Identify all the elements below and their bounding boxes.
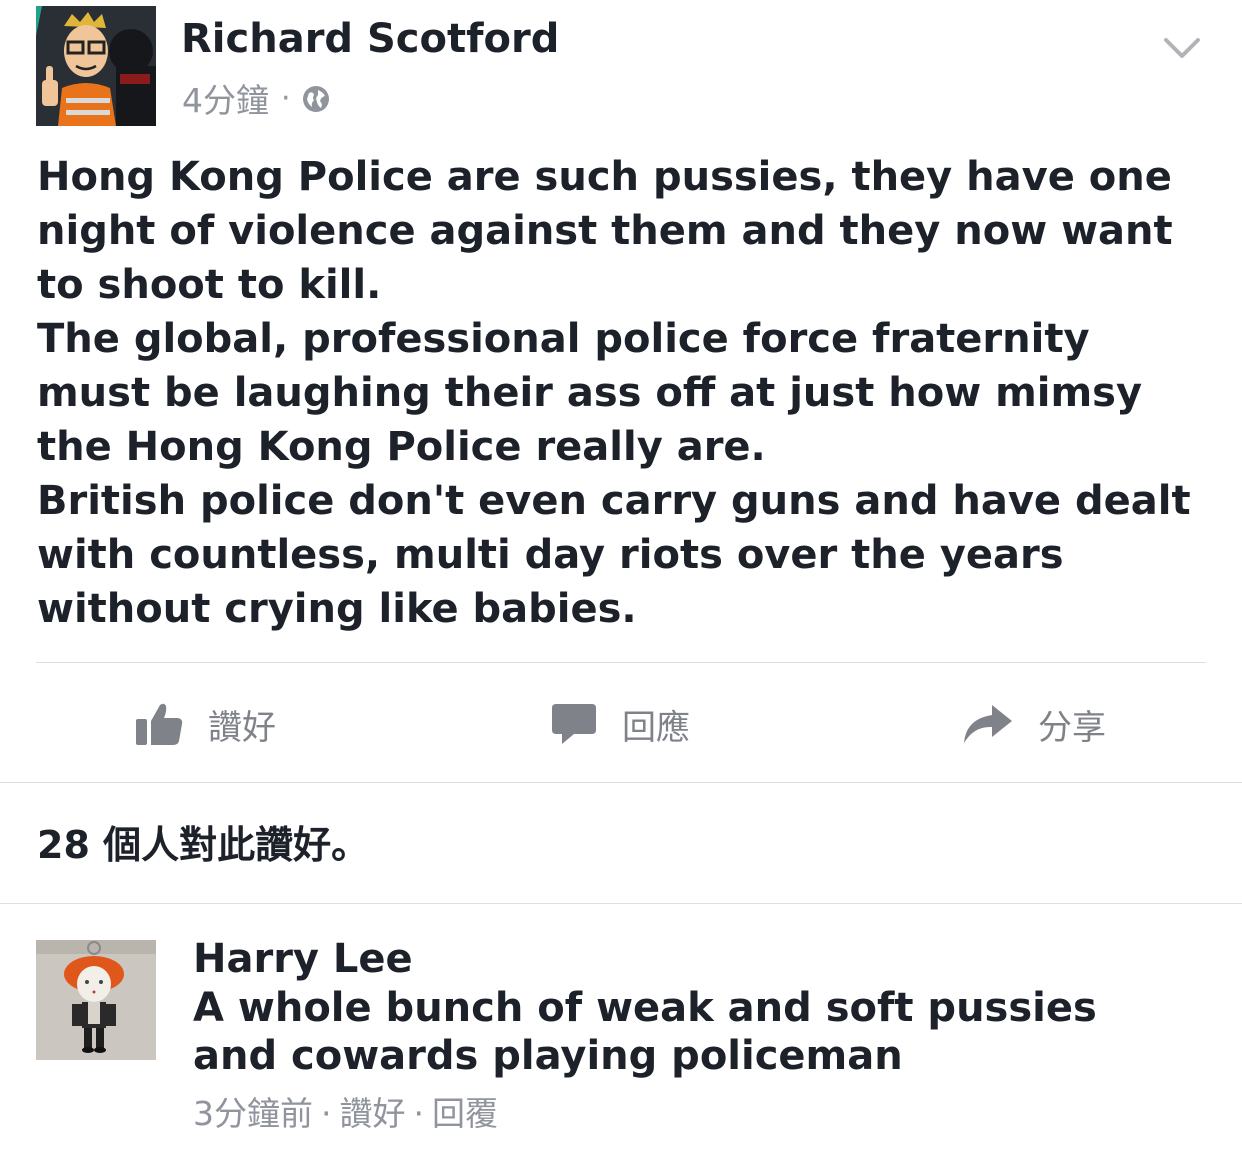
globe-icon [301,83,331,113]
share-label: 分享 [1038,707,1106,748]
likes-summary[interactable]: 28 個人對此讚好。 [37,818,369,872]
post-divider [36,662,1206,663]
comment-meta: 3分鐘前 · 讚好 · 回覆 [193,1092,1193,1136]
comment-meta-separator: · [321,1094,332,1133]
commenter-avatar[interactable] [36,940,156,1060]
post-meta: 4分鐘 · [182,76,331,120]
post-paragraph: British police don't even carry guns and… [37,478,1191,632]
comment-text: A whole bunch of weak and soft pussies a… [193,985,1097,1079]
share-button[interactable]: 分享 [962,692,1106,756]
comment-author-name[interactable]: Harry Lee [193,934,1193,984]
comment-button[interactable]: 回應 [550,692,690,756]
comment-reply-link[interactable]: 回覆 [432,1094,498,1133]
chevron-down-icon[interactable] [1162,32,1202,62]
share-arrow-icon [964,705,1012,743]
author-avatar-image [36,6,156,126]
comment: Harry Lee A whole bunch of weak and soft… [193,934,1193,1136]
post-timestamp[interactable]: 4分鐘 [182,74,269,122]
post-body: Hong Kong Police are such pussies, they … [37,150,1207,636]
comment-label: 回應 [622,707,690,748]
post-paragraph: The global, professional police force fr… [37,316,1143,470]
commenter-avatar-image [36,940,156,1060]
comment-time: 3分鐘前 [193,1094,313,1133]
post-author-name[interactable]: Richard Scotford [181,14,559,64]
author-avatar[interactable] [36,6,156,126]
like-button[interactable]: 讚好 [134,692,276,756]
likes-divider [0,903,1242,904]
comment-like-link[interactable]: 讚好 [340,1094,406,1133]
comment-bubble-icon [552,704,596,744]
like-label: 讚好 [208,707,276,748]
thumbs-up-icon [136,703,183,745]
post-paragraph: Hong Kong Police are such pussies, they … [37,154,1173,308]
meta-separator: · [281,80,291,116]
comment-meta-separator: · [413,1094,425,1133]
actions-divider [0,782,1242,783]
